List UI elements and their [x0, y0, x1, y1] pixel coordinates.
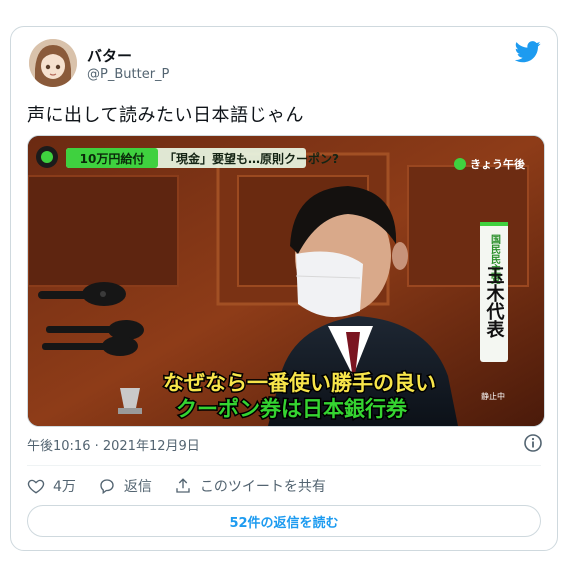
like-button[interactable]: 4万: [27, 476, 76, 496]
reply-label: 返信: [123, 479, 152, 495]
info-icon[interactable]: [523, 433, 543, 453]
tweet-actions: 4万 返信 このツイートを共有: [27, 475, 348, 497]
tweet-text: 声に出して読みたい日本語じゃん: [27, 105, 304, 126]
twitter-logo-icon[interactable]: [515, 41, 541, 63]
subtitle-line-1: なぜなら一番使い勝手の良い: [163, 371, 436, 395]
divider: [27, 465, 541, 466]
small-tag: 静止中: [481, 391, 505, 401]
heart-icon: [27, 479, 45, 494]
channel-label: きょう午後: [470, 157, 526, 171]
tweet-timestamp[interactable]: 午後10:16 · 2021年12月9日: [27, 435, 200, 454]
reply-icon: [100, 479, 114, 495]
share-label: このツイートを共有: [199, 479, 326, 495]
caption-name: 玉木代表: [484, 266, 506, 339]
ticker-text: 「現金」要望も…原則クーポン?: [164, 151, 339, 166]
ticker-label: 10万円給付: [80, 151, 145, 166]
tweet-media-image[interactable]: 10万円給付 「現金」要望も…原則クーポン? きょう午後 国民民主党 玉木代表 …: [27, 135, 545, 427]
user-handle[interactable]: @P_Butter_P: [87, 67, 169, 82]
like-count: 4万: [53, 479, 76, 495]
tweet-card: バター @P_Butter_P 声に出して読みたい日本語じゃん 10万円給付 「…: [10, 26, 558, 551]
display-name[interactable]: バター: [87, 45, 132, 66]
reply-button[interactable]: 返信: [98, 476, 152, 496]
avatar[interactable]: [29, 39, 77, 87]
read-replies-button[interactable]: 52件の返信を読む: [27, 505, 541, 537]
share-icon: [176, 478, 190, 493]
subtitle-line-2: クーポン券は日本銀行券: [176, 397, 408, 421]
share-button[interactable]: このツイートを共有: [174, 476, 326, 496]
